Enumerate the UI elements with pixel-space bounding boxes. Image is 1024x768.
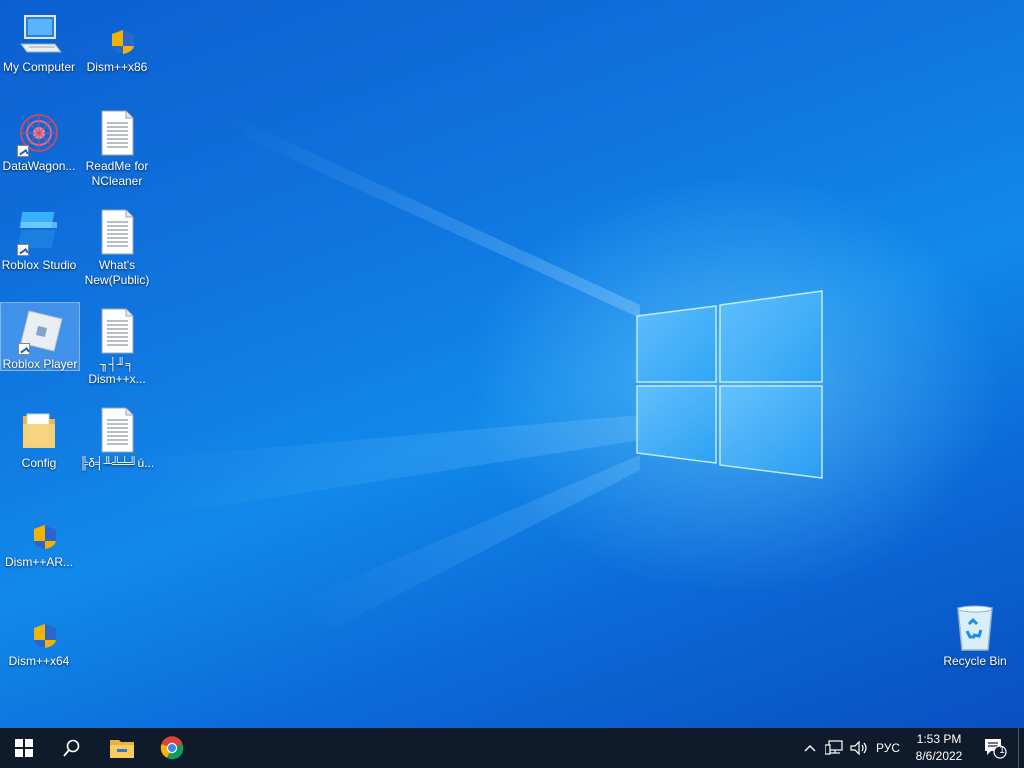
desktop-icon-whats-new[interactable]: What's New(Public) (78, 204, 156, 300)
text-document-icon (93, 208, 141, 256)
file-explorer-icon (110, 740, 134, 758)
uac-shield-icon (15, 505, 63, 553)
desktop-icon-datawagon[interactable]: DataWagon... (0, 105, 78, 201)
tray-show-hidden-icons[interactable] (800, 728, 820, 768)
tray-volume[interactable] (846, 728, 872, 768)
desktop-icon-roblox-player[interactable]: Roblox Player (0, 302, 80, 371)
desktop-icon-dism-x64[interactable]: Dism++x64 (0, 600, 78, 696)
datawagon-icon (15, 109, 63, 157)
clock-time: 1:53 PM (916, 732, 962, 746)
desktop-icon-dism-text-doc[interactable]: ╖┤╜╕ Dism++x... (78, 303, 156, 399)
uac-shield-icon (15, 604, 63, 652)
notification-count-badge: 1 (999, 745, 1005, 756)
desktop-icon-garbled-text-doc[interactable]: ╠δ╡╨╩╧╝ú... (78, 402, 156, 498)
shortcut-arrow-icon (17, 244, 29, 256)
roblox-studio-icon (15, 208, 63, 256)
text-document-icon (93, 406, 141, 454)
folder-icon (15, 406, 63, 454)
desktop[interactable]: My Computer DataWagon... Roblox Studio R… (0, 0, 1024, 728)
text-document-icon (93, 109, 141, 157)
desktop-icon-dism-x86[interactable]: Dism++x86 (78, 6, 156, 102)
search-icon (63, 739, 80, 757)
clock-date: 8/6/2022 (915, 749, 963, 763)
taskbar-file-explorer[interactable] (98, 728, 146, 768)
text-document-icon (93, 307, 141, 355)
start-button[interactable] (0, 728, 48, 768)
shortcut-arrow-icon (17, 145, 29, 157)
show-desktop-button[interactable] (1018, 728, 1024, 768)
network-icon (825, 740, 843, 755)
desktop-icon-dism-ar[interactable]: Dism++AR... (0, 501, 78, 597)
windows-start-icon (15, 739, 33, 757)
tray-language[interactable]: РУС (872, 728, 904, 768)
desktop-icon-readme-ncleaner[interactable]: ReadMe for NCleaner (78, 105, 156, 201)
desktop-icon-roblox-studio[interactable]: Roblox Studio (0, 204, 78, 300)
taskbar-chrome[interactable] (148, 728, 196, 768)
tray-clock[interactable]: 1:53 PM 8/6/2022 (904, 731, 974, 765)
recycle-bin-icon (951, 604, 999, 652)
uac-shield-icon (93, 10, 141, 58)
speaker-icon (850, 740, 867, 756)
taskbar: РУС 1:53 PM 8/6/2022 1 (0, 728, 1024, 768)
computer-icon (15, 10, 63, 58)
tray-network[interactable] (822, 728, 846, 768)
chevron-up-icon (804, 745, 816, 752)
desktop-icon-my-computer[interactable]: My Computer (0, 6, 78, 102)
roblox-player-icon (16, 307, 64, 355)
desktop-icon-recycle-bin[interactable]: Recycle Bin (936, 600, 1014, 696)
desktop-icon-config[interactable]: Config (0, 402, 78, 498)
chrome-icon (160, 736, 184, 760)
action-center-button[interactable]: 1 (978, 728, 1012, 768)
shortcut-arrow-icon (18, 343, 30, 355)
search-button[interactable] (48, 728, 96, 768)
